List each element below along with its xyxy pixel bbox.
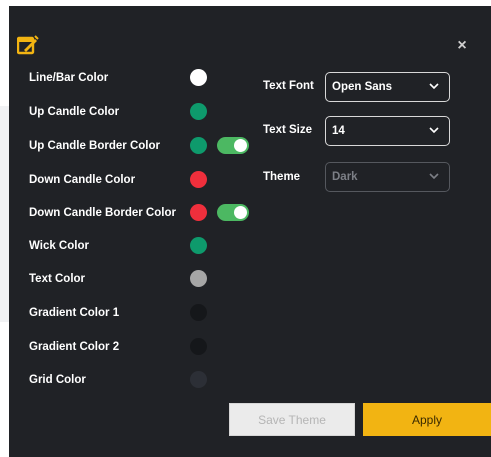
color-setting-row: Wick Color <box>29 235 89 257</box>
color-swatch[interactable] <box>190 270 207 287</box>
color-setting-label: Gradient Color 1 <box>29 307 120 319</box>
text-size-value: 14 <box>332 125 345 137</box>
toggle-knob <box>234 139 247 152</box>
color-swatch[interactable] <box>190 304 207 321</box>
color-setting-label: Down Candle Color <box>29 174 136 186</box>
color-swatch[interactable] <box>190 204 207 221</box>
color-setting-row: Gradient Color 2 <box>29 336 119 358</box>
text-font-select[interactable]: Open Sans <box>325 72 450 102</box>
color-setting-row: Up Candle Color <box>29 101 119 123</box>
color-setting-label: Down Candle Border Color <box>29 207 176 219</box>
border-color-toggle[interactable] <box>217 204 249 221</box>
color-swatch[interactable] <box>190 69 207 86</box>
color-swatch[interactable] <box>190 137 207 154</box>
color-setting-row: Text Color <box>29 268 85 290</box>
text-size-label: Text Size <box>263 124 312 136</box>
border-color-toggle[interactable] <box>217 137 249 154</box>
chart-settings-icon <box>17 35 39 55</box>
color-setting-row: Gradient Color 1 <box>29 302 119 324</box>
chevron-down-icon <box>429 173 439 180</box>
theme-select: Dark <box>325 162 450 192</box>
color-swatch[interactable] <box>190 237 207 254</box>
color-setting-row: Line/Bar Color <box>29 67 108 89</box>
color-setting-label: Up Candle Color <box>29 106 120 118</box>
color-setting-row: Down Candle Border Color <box>29 202 176 224</box>
apply-button[interactable]: Apply <box>363 403 491 436</box>
chevron-down-icon <box>429 127 439 134</box>
color-setting-label: Line/Bar Color <box>29 72 109 84</box>
color-swatch[interactable] <box>190 103 207 120</box>
color-setting-label: Text Color <box>29 273 86 285</box>
save-theme-button: Save Theme <box>229 403 355 436</box>
color-setting-row: Down Candle Color <box>29 169 135 191</box>
color-setting-row: Grid Color <box>29 369 86 391</box>
text-font-value: Open Sans <box>332 81 393 93</box>
text-font-label: Text Font <box>263 80 314 92</box>
chevron-down-icon <box>429 83 439 90</box>
color-setting-label: Wick Color <box>29 240 89 252</box>
color-setting-label: Gradient Color 2 <box>29 341 120 353</box>
color-swatch[interactable] <box>190 338 207 355</box>
theme-label: Theme <box>263 171 301 183</box>
close-icon[interactable]: × <box>454 38 470 54</box>
color-swatch[interactable] <box>190 371 207 388</box>
theme-value: Dark <box>332 171 358 183</box>
text-size-select[interactable]: 14 <box>325 116 450 146</box>
toggle-knob <box>234 206 247 219</box>
color-setting-label: Up Candle Border Color <box>29 140 160 152</box>
color-setting-row: Up Candle Border Color <box>29 135 160 157</box>
color-setting-label: Grid Color <box>29 374 86 386</box>
color-swatch[interactable] <box>190 171 207 188</box>
